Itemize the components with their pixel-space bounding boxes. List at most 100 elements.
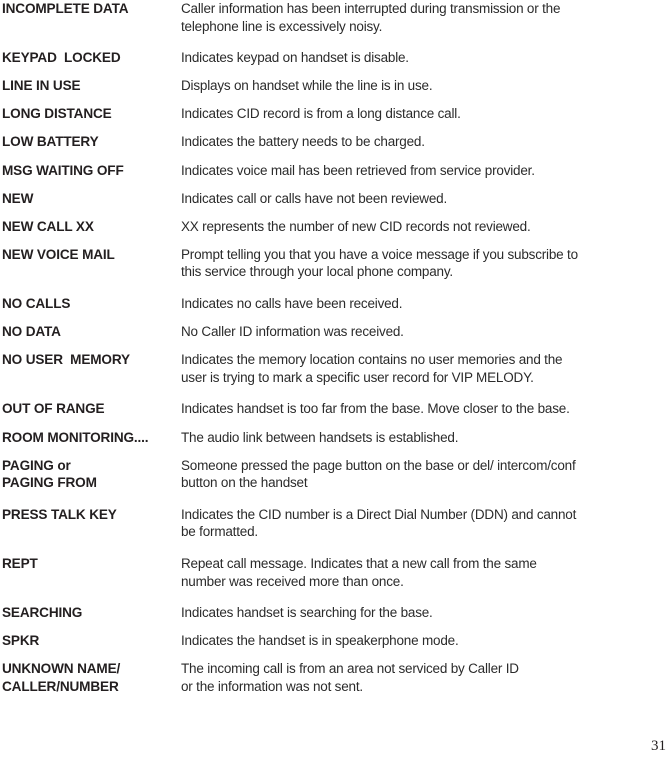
glossary-term-line: NEW CALL XX	[2, 218, 94, 234]
row-spacer	[0, 696, 672, 710]
glossary-row: NO CALLS Indicates no calls have been rec…	[0, 295, 672, 313]
glossary-term-line: OUT OF RANGE	[2, 401, 105, 417]
glossary-description-line: Caller information has been interrupted …	[181, 1, 561, 16]
glossary-row: NEW CALL XX XX represents the number of n…	[0, 218, 672, 236]
glossary-description-line: or the information was not sent.	[181, 678, 363, 694]
glossary-description-line: Displays on handset while the line is in…	[181, 78, 433, 94]
glossary-term: NO CALLS	[0, 295, 181, 313]
glossary-description: No Caller ID information was received.	[181, 323, 672, 341]
glossary-term: NO USER MEMORY	[0, 351, 181, 369]
glossary-description-line: number was received more than once.	[181, 573, 404, 589]
row-spacer	[0, 492, 672, 506]
glossary-term: NO DATA	[0, 323, 181, 341]
row-spacer	[0, 446, 672, 457]
row-spacer	[0, 386, 672, 400]
row-spacer	[0, 35, 672, 49]
glossary-term-line: PAGING FROM	[2, 475, 97, 491]
glossary-row: LONG DISTANCE Indicates CID record is fro…	[0, 105, 672, 123]
glossary-term-line: NEW	[2, 190, 34, 206]
glossary-row: INCOMPLETE DATA Caller information has be…	[0, 0, 672, 35]
glossary-term-line: NO DATA	[2, 324, 61, 340]
glossary-row: SEARCHING Indicates handset is searching …	[0, 604, 672, 622]
glossary-description-line: Indicates the CID number is a Direct Dia…	[181, 506, 577, 522]
glossary-term-line: PAGING or	[2, 457, 71, 473]
glossary-term: PAGING or PAGING FROM	[0, 457, 181, 492]
glossary-description-line: Indicates the battery needs to be charge…	[181, 134, 425, 150]
glossary-row: LINE IN USE Displays on handset while the…	[0, 77, 672, 95]
glossary-description-line: Indicates call or calls have not been re…	[181, 190, 448, 206]
row-spacer	[0, 313, 672, 324]
glossary-term-line: LINE IN USE	[2, 78, 81, 94]
glossary-row: LOW BATTERY Indicates the battery needs t…	[0, 133, 672, 151]
glossary-term: LINE IN USE	[0, 77, 181, 95]
glossary-description-line: Indicates voice mail has been retrieved …	[181, 162, 535, 178]
glossary-description: Prompt telling you that you have a voice…	[181, 246, 672, 281]
glossary-description-line: XX represents the number of new CID reco…	[181, 218, 531, 234]
glossary-term-line: CALLER/NUMBER	[2, 678, 119, 694]
glossary-description-line: this service through your local phone co…	[181, 264, 453, 280]
glossary-row: NEW Indicates call or calls have not been…	[0, 190, 672, 208]
glossary-term-line: PRESS TALK KEY	[2, 506, 117, 522]
glossary-term: LOW BATTERY	[0, 133, 181, 151]
glossary-description-line: Indicates the memory location contains n…	[181, 352, 563, 368]
row-spacer	[0, 95, 672, 106]
glossary-description-line: Someone pressed the page button on the b…	[181, 457, 576, 473]
glossary-term-line: SEARCHING	[2, 605, 83, 621]
glossary-row: PAGING or PAGING FROM Someone pressed the …	[0, 457, 672, 492]
glossary-description-line: button on the handset	[181, 475, 308, 491]
glossary-row: NO USER MEMORY Indicates the memory locat…	[0, 351, 672, 386]
glossary-row: UNKNOWN NAME/CALLER/NUMBER The incoming c…	[0, 660, 672, 695]
glossary-term: OUT OF RANGE	[0, 400, 181, 418]
glossary-term-line: NO USER MEMORY	[2, 352, 130, 368]
glossary-row: PRESS TALK KEY Indicates the CID number i…	[0, 506, 672, 541]
glossary-description: Indicates CID record is from a long dist…	[181, 105, 672, 123]
glossary-term-line: ROOM MONITORING....	[2, 429, 149, 445]
glossary-description: Indicates no calls have been received.	[181, 295, 672, 313]
row-spacer	[0, 650, 672, 661]
row-spacer	[0, 123, 672, 134]
row-spacer	[0, 207, 672, 218]
row-spacer	[0, 418, 672, 429]
glossary-description-line: The incoming call is from an area not se…	[181, 661, 519, 677]
glossary-description: Indicates voice mail has been retrieved …	[181, 162, 672, 180]
row-spacer	[0, 541, 672, 555]
row-spacer	[0, 622, 672, 633]
glossary-description-line: Repeat call message. Indicates that a ne…	[181, 555, 537, 571]
glossary-term: NEW VOICE MAIL	[0, 246, 181, 264]
glossary-row: KEYPAD LOCKED Indicates keypad on handset…	[0, 49, 672, 67]
row-spacer	[0, 151, 672, 162]
row-spacer	[0, 179, 672, 190]
glossary-description-line: Indicates no calls have been received.	[181, 296, 403, 312]
glossary-description: The audio link between handsets is estab…	[181, 429, 672, 447]
glossary-term-line: LONG DISTANCE	[2, 106, 112, 122]
glossary-description-line: Indicates the handset is in speakerphone…	[181, 633, 459, 649]
glossary-description: XX represents the number of new CID reco…	[181, 218, 672, 236]
glossary-term: SPKR	[0, 632, 181, 650]
glossary-row: NO DATA No Caller ID information was rece…	[0, 323, 672, 341]
glossary-row: REPT Repeat call message. Indicates that …	[0, 555, 672, 590]
glossary-description-line: telephone line is excessively noisy.	[181, 18, 383, 34]
glossary-term: PRESS TALK KEY	[0, 506, 181, 524]
row-spacer	[0, 281, 672, 295]
glossary-term: KEYPAD LOCKED	[0, 49, 181, 67]
glossary-description-line: be formatted.	[181, 524, 258, 540]
glossary-term: ROOM MONITORING....	[0, 429, 181, 447]
glossary-term: LONG DISTANCE	[0, 105, 181, 123]
glossary-description: Indicates handset is too far from the ba…	[181, 400, 672, 418]
glossary-description: Indicates call or calls have not been re…	[181, 190, 672, 208]
glossary-description: The incoming call is from an area not se…	[181, 660, 672, 695]
glossary-description-line: Indicates keypad on handset is disable.	[181, 50, 409, 66]
glossary-term: SEARCHING	[0, 604, 181, 622]
glossary-row: NEW VOICE MAIL Prompt telling you that yo…	[0, 246, 672, 281]
glossary-description-line: Indicates handset is too far from the ba…	[181, 401, 570, 417]
glossary-row: OUT OF RANGE Indicates handset is too far…	[0, 400, 672, 418]
glossary-description-line: No Caller ID information was received.	[181, 324, 404, 340]
glossary-term: MSG WAITING OFF	[0, 162, 181, 180]
glossary-description: Caller information has been interrupted …	[181, 0, 672, 35]
row-spacer	[0, 67, 672, 78]
glossary-row: SPKR Indicates the handset is in speakerp…	[0, 632, 672, 650]
glossary-term: NEW CALL XX	[0, 218, 181, 236]
row-spacer	[0, 341, 672, 352]
glossary-description: Indicates handset is searching for the b…	[181, 604, 672, 622]
glossary-description: Displays on handset while the line is in…	[181, 77, 672, 95]
